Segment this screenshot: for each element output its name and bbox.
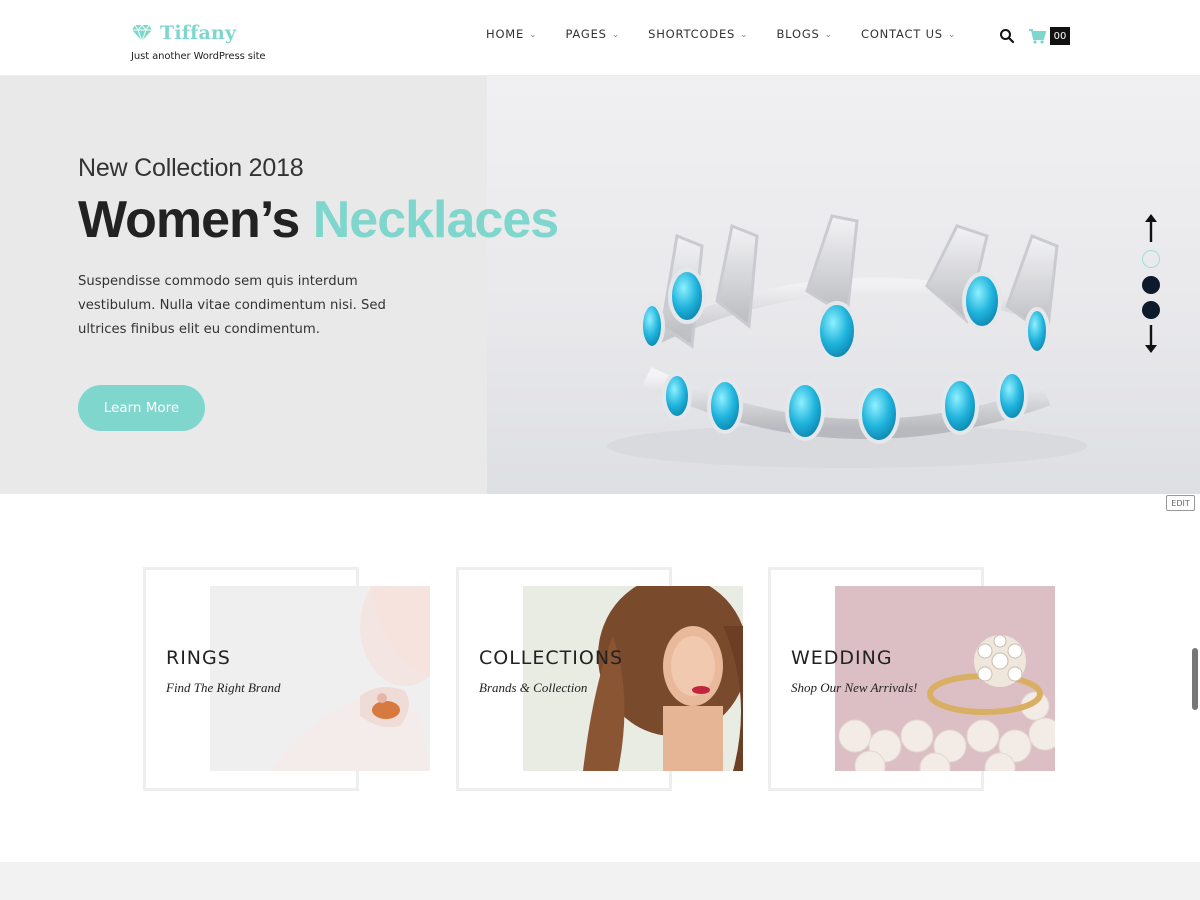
- slider-navigation: [1140, 214, 1162, 354]
- chevron-down-icon: ⌄: [947, 30, 957, 40]
- nav-item-home[interactable]: HOME ⌄: [486, 27, 537, 41]
- card-title: COLLECTIONS: [479, 647, 624, 669]
- nav-label: CONTACT US: [860, 27, 943, 41]
- logo-text[interactable]: Tiffany: [160, 22, 236, 44]
- site-header: Tiffany Just another WordPress site HOME…: [0, 0, 1200, 76]
- nav-label: PAGES: [565, 27, 607, 41]
- diamond-icon: [132, 24, 152, 42]
- nav-label: SHORTCODES: [648, 27, 736, 41]
- cart-count-badge[interactable]: 00: [1050, 27, 1070, 45]
- edit-button[interactable]: EDIT: [1166, 495, 1195, 511]
- next-section-band: [0, 862, 1200, 900]
- category-card-collections[interactable]: COLLECTIONS Brands & Collection: [456, 567, 746, 791]
- card-title: RINGS: [166, 647, 231, 669]
- category-card-wedding[interactable]: WEDDING Shop Our New Arrivals!: [768, 567, 1058, 791]
- chevron-down-icon: ⌄: [529, 30, 538, 40]
- nav-item-shortcodes[interactable]: SHORTCODES ⌄: [648, 27, 748, 41]
- main-nav: HOME ⌄ PAGES ⌄ SHORTCODES ⌄ BLOGS ⌄ CONTACT …: [486, 27, 984, 41]
- page-scrollbar[interactable]: [1192, 648, 1198, 710]
- arrow-up-icon[interactable]: [1142, 214, 1160, 242]
- hero-subtitle: New Collection 2018: [78, 154, 304, 182]
- nav-item-blogs[interactable]: BLOGS ⌄: [776, 27, 833, 41]
- hero-description: Suspendisse commodo sem quis interdum ve…: [78, 274, 386, 337]
- hero-title: Women’s Necklaces: [78, 190, 559, 250]
- slider-dot-2[interactable]: [1142, 276, 1160, 294]
- search-icon[interactable]: [999, 28, 1015, 44]
- chevron-down-icon: ⌄: [824, 30, 833, 40]
- card-subtitle: Find The Right Brand: [166, 680, 281, 695]
- card-subtitle: Brands & Collection: [479, 680, 588, 695]
- nav-item-contact-us[interactable]: CONTACT US ⌄: [861, 27, 956, 41]
- site-tagline: Just another WordPress site: [131, 51, 266, 62]
- site-logo[interactable]: Tiffany: [131, 22, 236, 44]
- category-card-rings[interactable]: RINGS Find The Right Brand: [143, 567, 433, 791]
- chevron-down-icon: ⌄: [740, 30, 749, 40]
- chevron-down-icon: ⌄: [611, 30, 621, 40]
- rings-image: [210, 586, 430, 771]
- slider-dot-3[interactable]: [1142, 301, 1160, 319]
- hero-slider: New Collection 2018 Women’s Necklaces Su…: [0, 76, 1200, 494]
- hero-title-part1: Women’s: [78, 191, 300, 249]
- arrow-down-icon[interactable]: [1142, 325, 1160, 353]
- hero-image-crown: [487, 76, 1200, 494]
- nav-item-pages[interactable]: PAGES ⌄: [565, 27, 620, 41]
- nav-label: HOME: [486, 27, 525, 41]
- card-subtitle: Shop Our New Arrivals!: [791, 680, 918, 695]
- wedding-image: [835, 586, 1055, 771]
- shopping-cart-icon[interactable]: [1028, 27, 1046, 45]
- learn-more-button[interactable]: Learn More: [78, 385, 205, 431]
- slider-dot-1[interactable]: [1142, 250, 1160, 268]
- nav-label: BLOGS: [776, 27, 820, 41]
- collections-image: [523, 586, 743, 771]
- hero-title-part2: Necklaces: [312, 191, 559, 249]
- card-title: WEDDING: [791, 647, 893, 669]
